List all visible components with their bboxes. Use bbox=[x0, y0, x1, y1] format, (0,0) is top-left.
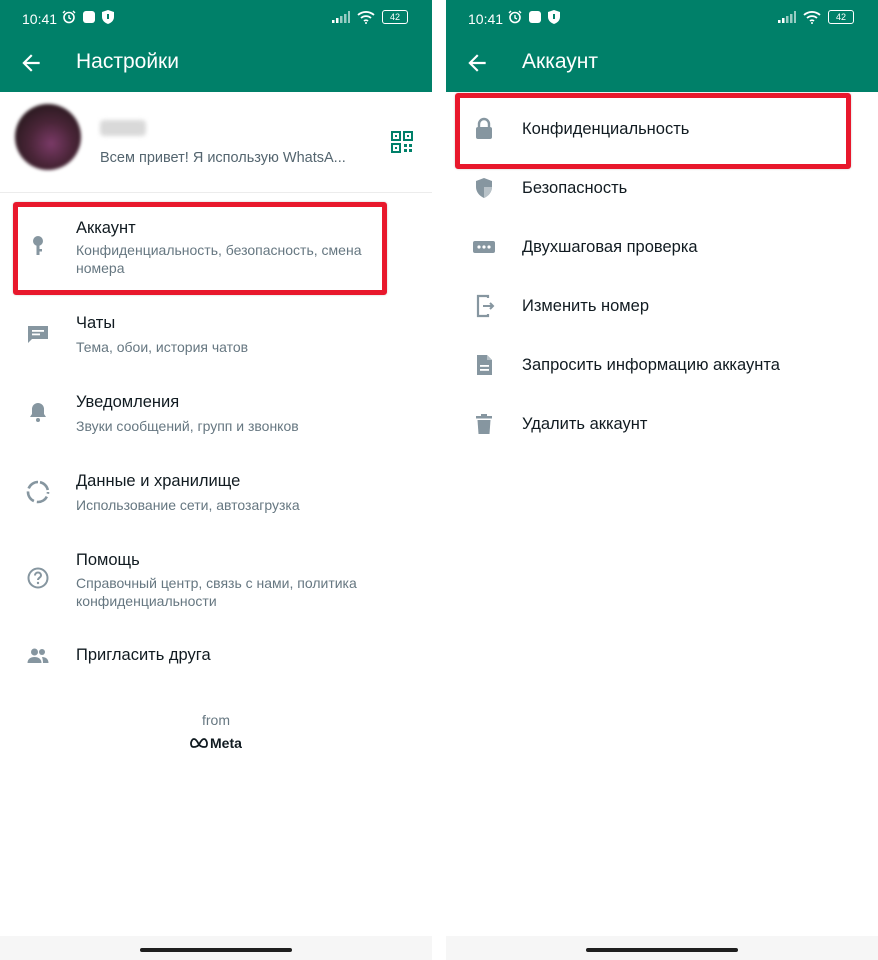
account-item-title: Двухшаговая проверка bbox=[522, 238, 698, 256]
page-title: Аккаунт bbox=[522, 50, 599, 73]
meta-brand: Meta bbox=[210, 735, 242, 751]
app-notification-icon bbox=[529, 11, 541, 23]
shield-status-icon bbox=[102, 10, 114, 24]
settings-item-chats[interactable]: Чаты Тема, обои, история чатов bbox=[0, 300, 432, 370]
status-time: 10:41 bbox=[22, 11, 58, 27]
back-arrow-icon[interactable] bbox=[464, 50, 490, 76]
navigation-bar bbox=[0, 936, 432, 960]
meta-infinity-icon bbox=[190, 738, 208, 748]
account-item-title: Безопасность bbox=[522, 179, 628, 197]
storage-icon bbox=[26, 480, 50, 504]
battery-indicator: 42 bbox=[382, 10, 408, 24]
chat-icon bbox=[28, 326, 48, 343]
account-item-title: Запросить информацию аккаунта bbox=[522, 356, 780, 374]
status-time: 10:41 bbox=[468, 11, 504, 27]
settings-item-title: Чаты bbox=[76, 314, 116, 332]
settings-item-notifications[interactable]: Уведомления Звуки сообщений, групп и зво… bbox=[0, 380, 432, 450]
settings-item-storage[interactable]: Данные и хранилище Использование сети, а… bbox=[0, 460, 432, 530]
app-bar: 10:41 42 Настройки bbox=[0, 0, 432, 92]
footer-from: from bbox=[202, 712, 230, 728]
account-screen: 10:41 42 Аккаунт Конфиденциальность Безо… bbox=[446, 0, 878, 960]
page-title: Настройки bbox=[76, 50, 179, 73]
people-icon bbox=[27, 648, 49, 663]
qr-code-icon[interactable] bbox=[391, 131, 413, 153]
account-item-title: Удалить аккаунт bbox=[522, 415, 648, 433]
wifi-icon bbox=[357, 11, 375, 24]
account-item-request-info[interactable]: Запросить информацию аккаунта bbox=[446, 336, 878, 395]
help-icon bbox=[27, 567, 49, 589]
app-bar: 10:41 42 Аккаунт bbox=[446, 0, 878, 92]
settings-item-subtitle: Звуки сообщений, групп и звонков bbox=[76, 418, 299, 434]
alarm-icon bbox=[62, 10, 76, 24]
meta-logo: Meta bbox=[190, 735, 242, 751]
dots-icon bbox=[473, 241, 495, 253]
status-icons-left bbox=[62, 10, 114, 24]
navigation-bar bbox=[446, 936, 878, 960]
status-icons-right: 42 bbox=[778, 10, 854, 24]
bell-icon bbox=[30, 403, 46, 422]
account-item-title: Изменить номер bbox=[522, 297, 649, 315]
gesture-handle[interactable] bbox=[586, 948, 738, 952]
alarm-icon bbox=[508, 10, 522, 24]
settings-item-title: Пригласить друга bbox=[76, 646, 211, 664]
gesture-handle[interactable] bbox=[140, 948, 292, 952]
highlight-box bbox=[455, 93, 851, 169]
back-arrow-icon[interactable] bbox=[18, 50, 44, 76]
account-item-security[interactable]: Безопасность bbox=[446, 159, 878, 218]
document-icon bbox=[477, 355, 492, 375]
settings-item-help[interactable]: Помощь Справочный центр, связь с нами, п… bbox=[0, 540, 432, 620]
settings-item-subtitle: Использование сети, автозагрузка bbox=[76, 497, 300, 513]
change-number-icon bbox=[476, 294, 495, 318]
battery-indicator: 42 bbox=[828, 10, 854, 24]
status-icons-right: 42 bbox=[332, 10, 408, 24]
highlight-box bbox=[13, 202, 387, 295]
settings-item-subtitle: Справочный центр, связь с нами, политика… bbox=[76, 575, 357, 609]
wifi-icon bbox=[803, 11, 821, 24]
profile-status: Всем привет! Я использую WhatsA... bbox=[100, 150, 346, 166]
account-item-two-step[interactable]: Двухшаговая проверка bbox=[446, 218, 878, 277]
status-bar: 10:41 42 bbox=[446, 0, 878, 36]
screen-divider bbox=[432, 0, 446, 960]
avatar[interactable] bbox=[15, 104, 81, 170]
status-icons-left bbox=[508, 10, 560, 24]
shield-icon bbox=[476, 178, 492, 198]
settings-item-invite[interactable]: Пригласить друга bbox=[0, 630, 432, 682]
settings-item-title: Помощь bbox=[76, 551, 140, 569]
settings-screen: 10:41 42 Настройки Всем привет! Я исполь… bbox=[0, 0, 432, 960]
profile-name-blurred bbox=[100, 120, 146, 136]
profile-card[interactable]: Всем привет! Я использую WhatsA... bbox=[0, 92, 432, 193]
app-notification-icon bbox=[83, 11, 95, 23]
trash-icon bbox=[476, 414, 492, 434]
canvas: 10:41 42 Настройки Всем привет! Я исполь… bbox=[0, 0, 878, 960]
settings-item-subtitle: Тема, обои, история чатов bbox=[76, 339, 249, 355]
shield-status-icon bbox=[548, 10, 560, 24]
signal-icon bbox=[332, 11, 350, 23]
signal-icon bbox=[778, 11, 796, 23]
account-item-change-number[interactable]: Изменить номер bbox=[446, 277, 878, 336]
settings-item-title: Уведомления bbox=[76, 393, 180, 411]
status-bar: 10:41 42 bbox=[0, 0, 432, 36]
settings-item-title: Данные и хранилище bbox=[76, 472, 241, 490]
account-item-delete[interactable]: Удалить аккаунт bbox=[446, 395, 878, 454]
